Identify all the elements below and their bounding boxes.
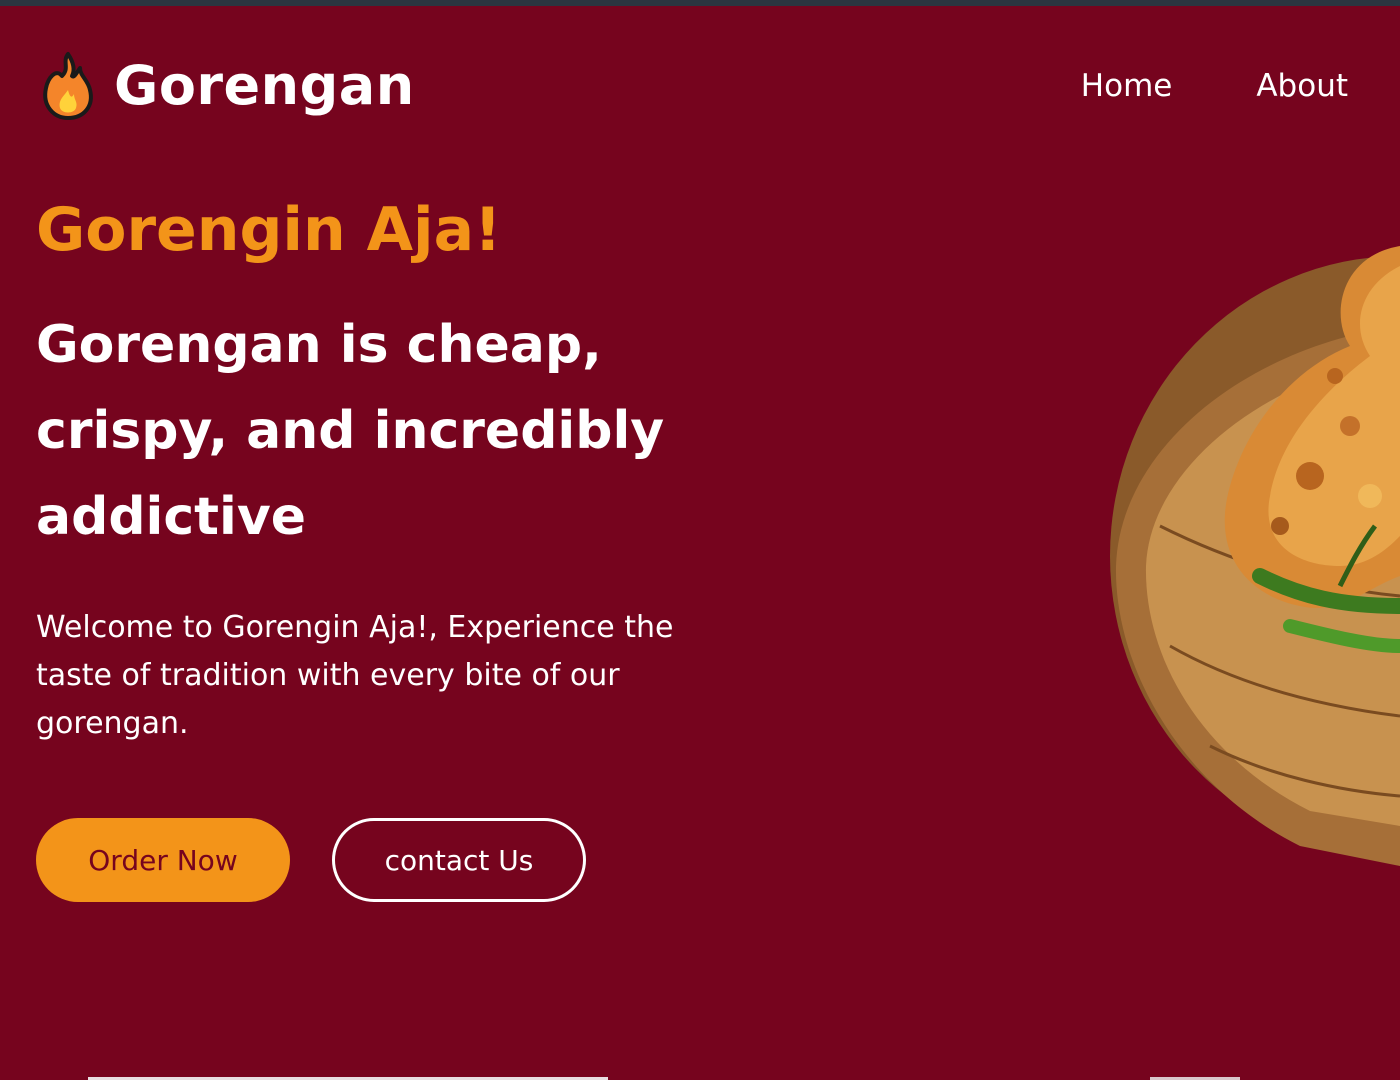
brand-name: Gorengan (114, 54, 415, 117)
contact-us-button[interactable]: contact Us (332, 818, 586, 902)
hero-food-image (1110, 246, 1400, 866)
nav-link-about[interactable]: About (1256, 68, 1348, 104)
landing-page: Gorengan Home About Gorengin Aja! Goreng… (0, 6, 1400, 1080)
brand-logo[interactable]: Gorengan (40, 50, 415, 122)
hero-headline: Gorengan is cheap, crispy, and incredibl… (36, 315, 665, 547)
fire-icon (43, 52, 93, 120)
main-nav: Home About (1081, 68, 1348, 104)
order-now-button[interactable]: Order Now (36, 818, 290, 902)
hero-description: Welcome to Gorengin Aja!, Experience the… (36, 610, 674, 741)
nav-link-home[interactable]: Home (1081, 68, 1173, 104)
hero-title: Gorengin Aja! (36, 195, 502, 265)
